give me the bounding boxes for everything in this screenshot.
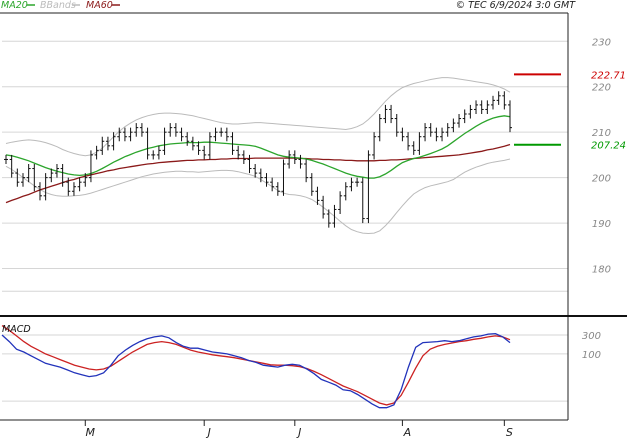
price-tick-label: 200 [592, 174, 611, 185]
chart-svg: 230 220 210 200 190 180 300 100 222.71 207.24 M… [0, 0, 627, 440]
level-label: 207.24 [591, 141, 626, 152]
legend-ma20: MA20 [1, 0, 28, 11]
price-tick-label: 210 [592, 128, 611, 139]
price-tick-label: 230 [592, 37, 611, 48]
price-tick-label: 180 [592, 265, 611, 276]
time-tick-label: M [86, 426, 96, 439]
time-tick-label: S [506, 426, 513, 439]
chart-root: 230 220 210 200 190 180 300 100 222.71 207.24 M… [0, 0, 627, 440]
level-label: 222.71 [591, 70, 626, 81]
macd-title: MACD [2, 324, 31, 335]
time-tick-label: A [403, 426, 412, 439]
legend-ma60: MA60 [86, 0, 113, 11]
price-tick-label: 220 [592, 83, 611, 94]
macd-tick-label: 300 [582, 331, 601, 342]
price-tick-label: 190 [592, 219, 611, 230]
macd-tick-label: 100 [582, 350, 601, 361]
legend-bbands: BBands [40, 0, 76, 11]
source-stamp: © TEC 6/9/2024 3:0 GMT [456, 0, 577, 11]
